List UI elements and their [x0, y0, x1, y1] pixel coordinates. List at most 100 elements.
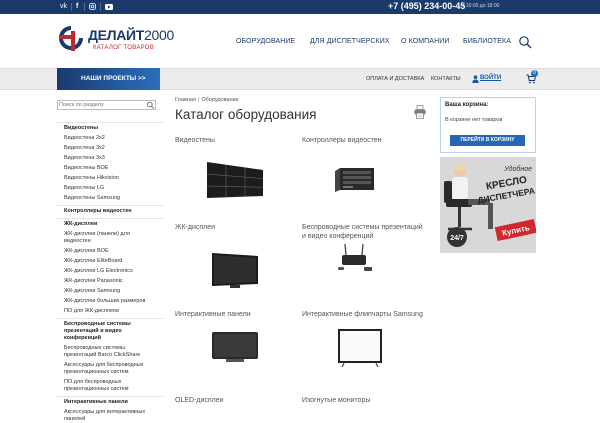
sidebar-item[interactable]: ЖК-дисплеи Samsung — [64, 288, 120, 295]
category-title-line: Беспроводные системы презентаций — [302, 224, 423, 231]
breadcrumb-current: Оборудование — [201, 97, 239, 103]
phone-number[interactable]: +7 (495) 234-00-45 — [388, 1, 465, 11]
working-hours: с 10:00 до 18:00 — [462, 3, 500, 9]
print-icon[interactable] — [414, 105, 426, 119]
sidebar-divider — [57, 205, 163, 206]
user-icon[interactable] — [472, 75, 479, 83]
category-title[interactable]: Контроллеры видеостен — [302, 136, 382, 145]
sidebar-item[interactable]: Видеостены Samsung — [64, 195, 120, 202]
youtube-icon[interactable] — [105, 2, 113, 12]
sidebar-divider — [57, 122, 163, 123]
vk-icon[interactable]: vk — [60, 2, 67, 12]
basket-title: Ваша корзина: — [445, 102, 489, 108]
sidebar-item[interactable]: ЖК-дисплеи LG Electronics — [64, 268, 133, 275]
facebook-icon[interactable]: f — [76, 2, 78, 12]
video-wall-image[interactable] — [205, 160, 265, 200]
logo-text[interactable]: ДЕЛАЙТ2000 — [88, 27, 174, 43]
our-projects-button[interactable]: НАШИ ПРОЕКТЫ >> — [57, 68, 160, 90]
go-to-basket-button[interactable]: ПЕРЕЙТИ В КОРЗИНУ — [450, 135, 525, 146]
sidebar-group-title[interactable]: Видеостены — [64, 125, 98, 132]
category-title-line: Изогнутые мониторы — [302, 397, 371, 404]
category-title[interactable]: OLED-дисплеи — [175, 396, 224, 405]
sidebar-item[interactable]: презентационных систем — [64, 386, 129, 393]
category-title-line: Контроллеры видеостен — [302, 137, 382, 144]
person-shirt — [452, 177, 468, 199]
sidebar-item[interactable]: Видеостены LG — [64, 185, 104, 192]
nav-library[interactable]: БИБЛИОТЕКА — [463, 38, 511, 45]
sidebar-group-title[interactable]: презентаций и видео — [64, 328, 122, 335]
sidebar-group-title[interactable]: конференций — [64, 335, 101, 342]
nav-equipment[interactable]: ОБОРУДОВАНИЕ — [236, 38, 295, 45]
category-title[interactable]: Беспроводные системы презентаций и видео … — [302, 223, 423, 241]
banner-line-1: Удобное — [503, 165, 532, 173]
sidebar-group-title[interactable]: Беспроводные системы — [64, 321, 131, 328]
sidebar-item[interactable]: ПО для беспроводных — [64, 379, 121, 386]
category-title-line: Интерактивные флипчарты Samsung — [302, 311, 423, 318]
search-icon[interactable] — [518, 35, 532, 49]
category-title[interactable]: Интерактивные панели — [175, 310, 251, 319]
chair-back — [444, 181, 452, 203]
flipchart-image[interactable] — [334, 326, 386, 368]
sidebar-item[interactable]: Беспроводные системы — [64, 345, 125, 352]
logo-name-number: 2000 — [144, 27, 175, 43]
basket-empty-text: В корзине нет товаров — [445, 117, 503, 123]
breadcrumb-home[interactable]: Главная — [175, 97, 196, 103]
category-title[interactable]: Изогнутые мониторы — [302, 396, 370, 405]
category-title[interactable]: Видеостены — [175, 136, 215, 145]
divider — [71, 3, 72, 11]
instagram-icon[interactable] — [89, 2, 96, 12]
login-link[interactable]: ВОЙТИ — [480, 75, 501, 81]
sidebar-item[interactable]: ЖК-дисплеи (панели) для — [64, 231, 130, 238]
sidebar-item[interactable]: Аксессуары для интерактивных — [64, 409, 145, 416]
category-title-line: и видео конференций — [302, 233, 374, 240]
contacts-link[interactable]: КОНТАКТЫ — [431, 76, 461, 82]
divider — [100, 3, 101, 11]
sidebar-search-input[interactable] — [59, 101, 143, 109]
sidebar-item[interactable]: Видеостены Hikvision — [64, 175, 119, 182]
sidebar-item[interactable]: Видеостена 3x3 — [64, 155, 105, 162]
category-title-line: OLED-дисплеи — [175, 397, 224, 404]
sidebar-item[interactable]: ПО для ЖК-дисплеев — [64, 308, 119, 315]
page-title: Каталог оборудования — [175, 107, 317, 122]
chair-promo-banner[interactable]: Удобное КРЕСЛО ДИСПЕТЧЕРА 24/7 Купить — [440, 157, 536, 253]
search-icon[interactable] — [146, 101, 155, 109]
sidebar-divider — [57, 396, 163, 397]
sidebar-item[interactable]: панелей — [64, 416, 85, 423]
sidebar-group-title[interactable]: Интерактивные панели — [64, 399, 128, 406]
sidebar-item[interactable]: ЖК-дисплеи Panasonic — [64, 278, 123, 285]
breadcrumb: Главная | Оборудование — [175, 97, 239, 103]
category-title-line: Видеостены — [175, 137, 215, 144]
banner-graphic: Удобное КРЕСЛО ДИСПЕТЧЕРА 24/7 Купить — [440, 157, 536, 253]
chair-stem — [458, 207, 461, 227]
logo-tagline: КАТАЛОГ ТОВАРОВ — [93, 45, 155, 51]
logo-name-main: ДЕЛАЙТ — [88, 27, 145, 43]
nav-about[interactable]: О КОМПАНИИ — [401, 38, 449, 45]
divider — [84, 3, 85, 11]
sidebar-item[interactable]: ЖК-дисплеи EliteBoard — [64, 258, 122, 265]
interactive-panel-image[interactable] — [210, 330, 260, 364]
logo-icon[interactable] — [57, 24, 85, 52]
sidebar-search — [57, 100, 156, 110]
sidebar-item[interactable]: Видеостены BOE — [64, 165, 108, 172]
category-title[interactable]: ЖК-дисплеи — [175, 223, 215, 232]
sidebar-item[interactable]: Видеостена 3x2 — [64, 145, 105, 152]
nav-dispatch[interactable]: ДЛЯ ДИСПЕТЧЕРСКИХ — [310, 38, 390, 45]
payment-delivery-link[interactable]: ОПЛАТА И ДОСТАВКА — [366, 76, 424, 82]
sidebar: Видеостены Видеостена 2x2 Видеостена 3x2 Ви… — [57, 95, 163, 422]
sidebar-group-title[interactable]: ЖК-дисплеи — [64, 221, 97, 228]
sidebar-item[interactable]: Аксессуары для беспроводных — [64, 362, 143, 369]
wireless-system-image[interactable] — [336, 243, 376, 275]
sidebar-item[interactable]: презентационных систем — [64, 369, 129, 376]
sidebar-item[interactable]: Видеостена 2x2 — [64, 135, 105, 142]
category-title[interactable]: Интерактивные флипчарты Samsung — [302, 310, 423, 319]
sidebar-item[interactable]: ЖК-дисплеи больших размеров — [64, 298, 145, 305]
sidebar-group-title[interactable]: Контроллеры видеостен — [64, 208, 132, 215]
sidebar-item[interactable]: видеостен — [64, 238, 91, 245]
person-shin — [488, 203, 493, 229]
sidebar-item[interactable]: презентаций Barco ClickShare — [64, 352, 140, 359]
category-title-line: ЖК-дисплеи — [175, 224, 216, 231]
lcd-display-image[interactable] — [208, 250, 260, 290]
sidebar-divider — [57, 218, 163, 219]
controller-image[interactable] — [334, 164, 376, 194]
sidebar-item[interactable]: ЖК-дисплеи BOE — [64, 248, 109, 255]
